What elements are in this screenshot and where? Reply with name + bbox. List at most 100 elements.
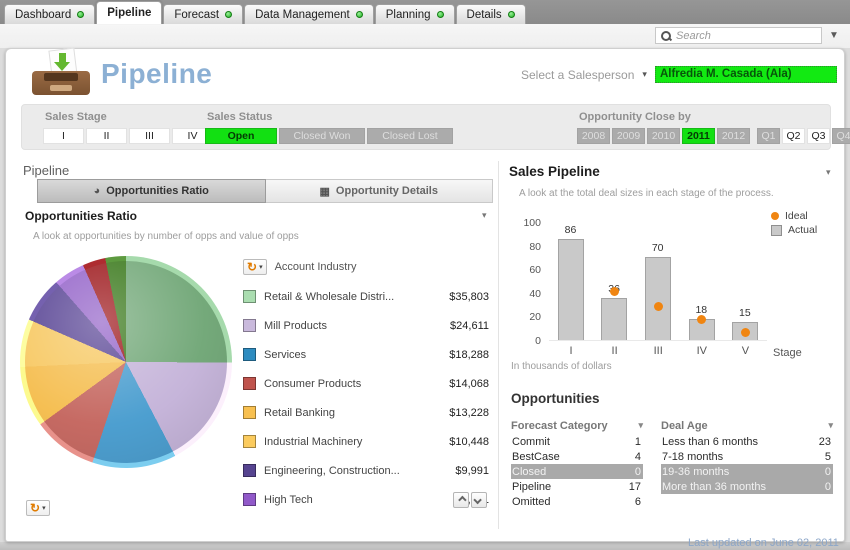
legend-item-engineering-construction[interactable]: Engineering, Construction...$9,991 [243,456,489,485]
ideal-legend-icon [771,212,779,220]
tab-label: Details [467,9,502,21]
view-tab-opportunities-ratio[interactable]: ◕Opportunities Ratio [37,179,266,203]
bar-plot-area[interactable]: 8636701815 [549,223,767,341]
search-box[interactable] [655,27,822,44]
bar-chart-title: Sales Pipeline [509,164,600,179]
x-tick-label: III [636,345,680,357]
quarter-button-q3[interactable]: Q3 [807,128,830,144]
table-row-more-than-36-months[interactable]: More than 36 months0 [661,479,833,494]
legend-item-value: $9,991 [455,465,489,477]
scroll-up-button[interactable] [453,492,469,508]
x-tick-label: V [723,345,767,357]
quarter-button-q4[interactable]: Q4 [832,128,850,144]
view-tabs: ◕Opportunities Ratio▦Opportunity Details [37,179,493,203]
left-section-title: Pipeline [23,163,69,178]
table-header-label: Forecast Category [511,420,608,432]
legend-swatch-icon [243,319,256,332]
row-value: 0 [825,481,831,493]
table-header-forecast-category[interactable]: Forecast Category ▾ [511,417,643,434]
sales-status-label: Sales Status [207,111,272,123]
table-row-omitted[interactable]: Omitted6 [511,494,643,509]
legend-actual-label: Actual [788,224,817,236]
legend-item-retail-wholesale-distri[interactable]: Retail & Wholesale Distri...$35,803 [243,282,489,311]
bar-menu-caret-icon[interactable]: ▾ [826,167,831,178]
pie-legend: Retail & Wholesale Distri...$35,803Mill … [243,282,489,514]
legend-item-label: High Tech [264,494,455,506]
row-label: 7-18 months [662,451,723,463]
status-button-closed-won[interactable]: Closed Won [279,128,365,144]
tab-details[interactable]: Details [456,4,526,24]
deal-age-table: Deal Age▾Less than 6 months237-18 months… [661,417,833,494]
tab-data-management[interactable]: Data Management [244,4,374,24]
row-label: Commit [512,436,550,448]
legend-item-consumer-products[interactable]: Consumer Products$14,068 [243,369,489,398]
table-row-less-than-6-months[interactable]: Less than 6 months23 [661,434,833,449]
table-row-closed[interactable]: Closed0 [511,464,643,479]
quarter-button-q1[interactable]: Q1 [757,128,780,144]
legend-item-value: $24,611 [450,320,489,332]
cycle-dimension-button-bottom[interactable]: ↻▾ [26,500,50,516]
search-dropdown-icon[interactable]: ▼ [829,30,839,41]
scroll-down-button[interactable] [471,492,487,508]
legend-item-services[interactable]: Services$18,288 [243,340,489,369]
year-button-2009[interactable]: 2009 [612,128,645,144]
tab-dashboard[interactable]: Dashboard [4,4,95,24]
main-panel: Pipeline Select a Salesperson ▾ Alfredia… [5,48,845,542]
table-header-deal-age[interactable]: Deal Age▾ [661,417,833,434]
y-tick-label: 60 [513,264,541,276]
tab-status-dot-icon [77,11,84,18]
tab-planning[interactable]: Planning [375,4,455,24]
table-row-commit[interactable]: Commit 1 [511,434,643,449]
y-tick-label: 100 [513,217,541,229]
legend-item-label: Services [264,349,449,361]
y-tick-label: 80 [513,241,541,253]
pie-chart-subtitle: A look at opportunities by number of opp… [33,231,299,242]
table-row-7-18-months[interactable]: 7-18 months5 [661,449,833,464]
stage-button-iii[interactable]: III [129,128,170,144]
tab-pipeline[interactable]: Pipeline [96,1,162,24]
search-input[interactable] [676,30,806,42]
pie-chart[interactable] [20,256,232,468]
view-tab-label: Opportunities Ratio [106,185,209,197]
bar-stage-i[interactable] [558,239,584,340]
bar-stage-ii[interactable] [601,298,627,340]
table-sort-caret-icon[interactable]: ▾ [638,420,643,431]
year-button-2012[interactable]: 2012 [717,128,750,144]
year-button-2008[interactable]: 2008 [577,128,610,144]
stage-button-ii[interactable]: II [86,128,127,144]
table-sort-caret-icon[interactable]: ▾ [828,420,833,431]
tab-label: Forecast [174,9,219,21]
status-button-closed-lost[interactable]: Closed Lost [367,128,453,144]
salesperson-value[interactable]: Alfredia M. Casada (Ala) [655,66,837,83]
view-tab-opportunity-details[interactable]: ▦Opportunity Details [266,179,494,203]
legend-item-mill-products[interactable]: Mill Products$24,611 [243,311,489,340]
pie-menu-caret-icon[interactable]: ▾ [482,210,487,221]
sales-stage-label: Sales Stage [45,111,107,123]
table-row-pipeline[interactable]: Pipeline17 [511,479,643,494]
year-button-2010[interactable]: 2010 [647,128,680,144]
app-tab-bar: DashboardPipeline Forecast Data Management… [0,0,850,24]
tab-status-dot-icon [437,11,444,18]
forecast-category-table: Forecast Category▾Commit1BestCase4Closed… [511,417,643,509]
row-label: 19-36 months [662,466,729,478]
cycle-dimension-button[interactable]: ↻▾ [243,259,267,275]
ideal-point-stage-ii [610,287,619,296]
row-value: 1 [635,436,641,448]
legend-item-retail-banking[interactable]: Retail Banking$13,228 [243,398,489,427]
legend-item-industrial-machinery[interactable]: Industrial Machinery$10,448 [243,427,489,456]
chevron-up-icon [458,496,466,504]
tab-status-dot-icon [508,11,515,18]
bar-stage-iii[interactable] [645,257,671,340]
stage-button-i[interactable]: I [43,128,84,144]
pipeline-tray-icon [30,53,94,97]
year-button-2011[interactable]: 2011 [682,128,715,144]
table-row-19-36-months[interactable]: 19-36 months0 [661,464,833,479]
legend-item-label: Retail Banking [264,407,449,419]
status-button-open[interactable]: Open [205,128,277,144]
table-row-bestcase[interactable]: BestCase4 [511,449,643,464]
quarter-button-q2[interactable]: Q2 [782,128,805,144]
salesperson-dropdown-icon[interactable]: ▾ [642,69,647,80]
legend-swatch-icon [243,464,256,477]
row-label: Closed [512,466,546,478]
tab-forecast[interactable]: Forecast [163,4,243,24]
